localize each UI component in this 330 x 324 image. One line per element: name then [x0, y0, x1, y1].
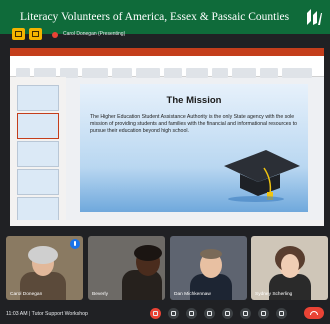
participant-strip: Carol Donegan Beverly Dan Michkennaw Syd…	[0, 230, 330, 302]
end-call-button[interactable]	[304, 307, 324, 319]
camera-icon[interactable]	[168, 308, 179, 319]
meeting-control-bar: 11:03 AM | Tutor Support Workshop	[0, 302, 330, 324]
participant-name: Dan Michkennaw	[174, 292, 211, 297]
activities-icon[interactable]	[276, 308, 287, 319]
chat-icon[interactable]	[29, 28, 42, 40]
slide-thumbnail[interactable]	[17, 141, 59, 167]
powerpoint-title-bar	[10, 48, 324, 56]
present-screen-icon[interactable]	[222, 308, 233, 319]
powerpoint-ribbon	[10, 56, 324, 78]
powerpoint-status-bar	[10, 220, 324, 226]
raise-hand-icon[interactable]	[204, 308, 215, 319]
participant-name: Sydney Scherling	[255, 292, 293, 297]
captions-icon[interactable]	[186, 308, 197, 319]
participant-name: Beverly	[92, 292, 108, 297]
banner-title: Literacy Volunteers of America, Essex & …	[20, 11, 290, 23]
graduation-cap-icon	[224, 150, 300, 202]
reactions-icon[interactable]	[240, 308, 251, 319]
video-call-window: Literacy Volunteers of America, Essex & …	[0, 0, 330, 324]
more-options-icon[interactable]	[258, 308, 269, 319]
lva-logo-icon	[307, 9, 322, 25]
organization-banner: Literacy Volunteers of America, Essex & …	[0, 0, 330, 34]
slide-thumbnail[interactable]	[17, 113, 59, 139]
meeting-time-title: 11:03 AM | Tutor Support Workshop	[6, 311, 88, 317]
slide-thumbnail[interactable]	[17, 85, 59, 111]
mic-off-icon[interactable]	[150, 308, 161, 319]
present-icon[interactable]	[12, 28, 25, 40]
current-slide: The Mission The Higher Education Student…	[80, 84, 308, 212]
slide-thumbnail[interactable]	[17, 169, 59, 195]
presenter-label: Carol Donegan (Presenting)	[63, 31, 126, 37]
participant-tile[interactable]: Sydney Scherling	[251, 236, 328, 300]
participant-tile[interactable]: Dan Michkennaw	[170, 236, 247, 300]
participant-tile[interactable]: Carol Donegan	[6, 236, 83, 300]
participant-name: Carol Donegan	[10, 292, 43, 297]
participant-tile[interactable]: Beverly	[88, 236, 165, 300]
shared-screen: The Mission The Higher Education Student…	[10, 48, 324, 226]
mic-active-icon	[70, 239, 80, 249]
slide-thumbnail-rail	[10, 77, 66, 223]
slide-body-text: The Higher Education Student Assistance …	[90, 114, 298, 135]
slide-title: The Mission	[166, 95, 222, 106]
presenting-indicator-icon	[52, 32, 58, 38]
